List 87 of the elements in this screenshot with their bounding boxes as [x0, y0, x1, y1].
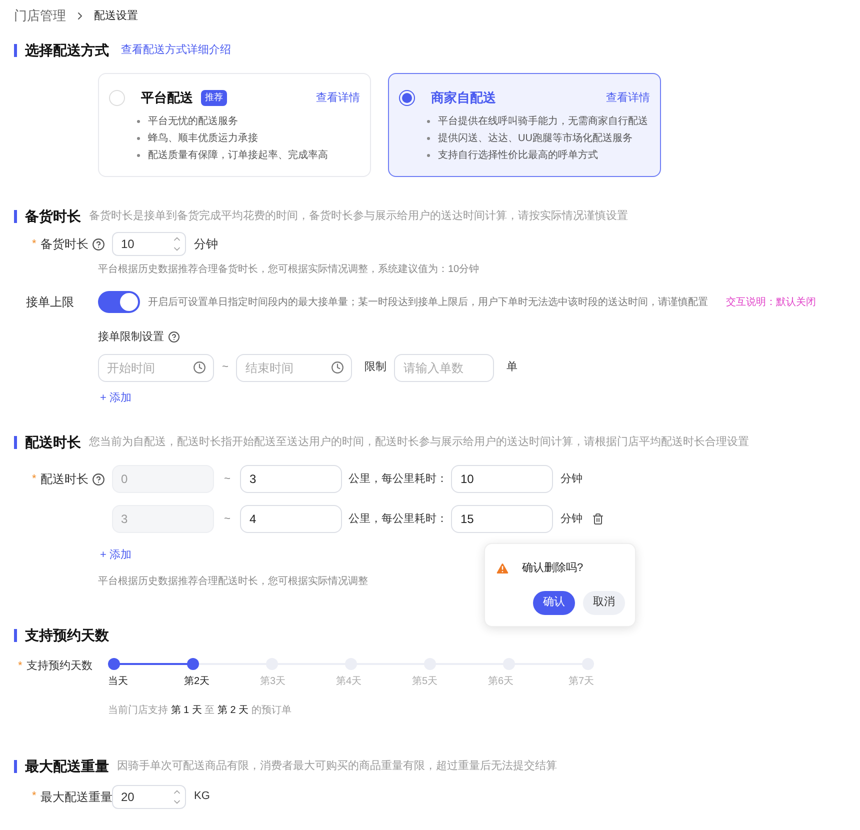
hint-text: 平台根据历史数据推荐合理配送时长，您可根据实际情况调整 [98, 574, 368, 588]
field-label: 接单上限 [25, 294, 75, 311]
number-field[interactable]: 10 [112, 232, 186, 256]
unit-label: 分钟 [560, 472, 582, 487]
input-field[interactable]: 15 [451, 505, 554, 533]
range-separator: ~ [224, 472, 230, 487]
input-field[interactable]: 4 [240, 505, 342, 533]
radio-button[interactable] [399, 90, 415, 106]
day-label: 当天 [108, 674, 129, 688]
help-icon[interactable] [92, 472, 106, 486]
required-mark: * [32, 236, 36, 252]
section-description: 因骑手单次可配送商品有限，消费者最大可购买的商品重量有限，超过重量后无法提交结算 [117, 758, 557, 774]
day-label: 第3天 [260, 674, 287, 688]
section-title: 选择配送方式 [25, 41, 109, 60]
note-text: 交互说明：默认关闭 [726, 296, 816, 310]
unit-label: 分钟 [194, 236, 218, 253]
feature-text: 配送质量有保障，订单接起率、完成率高 [148, 148, 328, 162]
range-separator: ~ [224, 512, 230, 527]
input-field[interactable]: 开始时间 [98, 354, 214, 382]
details-link[interactable]: 查看详情 [316, 90, 360, 106]
option-title: 平台配送 [141, 89, 193, 107]
recommended-badge: 推荐 [201, 90, 227, 106]
day-label: 第6天 [488, 674, 515, 688]
toggle-description: 开启后可设置单日指定时间段内的最大接单量；某一时段达到接单上限后，用户下单时无法选中该时段的送达时间，请谨慎配置 [148, 296, 708, 310]
bullet-icon [137, 136, 140, 140]
section-title: 最大配送重量 [25, 756, 109, 776]
required-mark: * [32, 472, 36, 487]
popover-message: 确认删除吗? [522, 561, 584, 576]
day-slider-track[interactable] [108, 658, 594, 670]
clock-icon [193, 360, 206, 374]
field-label: 支持预约天数 [26, 658, 92, 674]
bullet-icon [427, 120, 430, 122]
breadcrumb-current: 配送设置 [94, 8, 138, 24]
feature-text: 提供闪送、达达、UU跑腿等市场化配送服务 [438, 132, 632, 146]
bullet-icon [427, 154, 430, 156]
section-description: 您当前为自配送，配送时长指开始配送至送达用户的时间，配送时长参与展示给用户的送达时间计算，请根据门店平均配送时长合理设置 [89, 434, 749, 450]
section-title: 备货时长 [25, 207, 81, 226]
field-label: 公里，每公里耗时： [348, 472, 448, 487]
bullet-icon [137, 154, 140, 156]
warning-icon [495, 560, 510, 576]
field-label: 限制 [364, 360, 386, 376]
details-link[interactable]: 查看配送方式详细介绍 [121, 42, 231, 59]
input-field[interactable]: 结束时间 [236, 354, 352, 382]
day-label: 第7天 [567, 674, 594, 688]
section-title: 配送时长 [25, 433, 81, 452]
delivery-option-card[interactable]: 商家自配送 查看详情 平台提供在线呼叫骑手能力，无需商家自行配送 提供闪送、达达、UU跑腿等市场化配送服务 支持自行选择性价比最高的呼单方式 [388, 73, 661, 177]
unit-label: 分钟 [560, 512, 582, 527]
add-link[interactable]: + 添加 [100, 547, 132, 564]
input-field[interactable]: 3 [240, 465, 342, 493]
feature-text: 平台无忧的配送服务 [148, 114, 238, 128]
section-description: 备货时长是接单到备货完成平均花费的时间，备货时长参与展示给用户的送达时间计算，请按实际情况谨慎设置 [89, 208, 628, 224]
cancel-button[interactable]: 取消 [583, 590, 625, 614]
number-field[interactable]: 20 [112, 784, 186, 808]
field-label: 最大配送重量 [40, 788, 112, 806]
delete-icon[interactable] [592, 513, 604, 525]
section-title: 支持预约天数 [25, 626, 109, 644]
feature-text: 平台提供在线呼叫骑手能力，无需商家自行配送 [438, 114, 648, 128]
unit-label: 单 [506, 360, 518, 376]
range-separator: ~ [222, 360, 228, 376]
clock-icon [331, 360, 344, 374]
toggle-switch[interactable] [98, 291, 140, 313]
day-label: 第5天 [412, 674, 439, 688]
hint-text: 平台根据历史数据推荐合理备货时长，您可根据实际情况调整，系统建议值为：10分钟 [98, 262, 480, 277]
bullet-icon [137, 120, 140, 122]
details-link[interactable]: 查看详情 [606, 90, 650, 106]
help-icon[interactable] [168, 331, 180, 344]
field-label: 备货时长 [40, 236, 88, 253]
unit-label: KG [194, 789, 210, 804]
feature-text: 支持自行选择性价比最高的呼单方式 [438, 148, 598, 162]
delivery-option-card[interactable]: 平台配送 推荐 查看详情 平台无忧的配送服务 蜂鸟、顺丰优质运力承接 配送质量有保障，订单接起率、完成率高 [98, 73, 371, 177]
day-label: 第2天 [184, 674, 211, 688]
booking-summary: 当前门店支持 第 1 天 至 第 2 天 的预订单 [108, 704, 292, 718]
confirm-button[interactable]: 确认 [533, 590, 575, 614]
required-mark: * [32, 789, 36, 804]
breadcrumb-link[interactable]: 门店管理 [14, 6, 66, 26]
input-field[interactable]: 10 [451, 465, 554, 493]
bullet-icon [427, 136, 430, 140]
feature-text: 蜂鸟、顺丰优质运力承接 [148, 132, 258, 146]
field-label: 配送时长 [40, 471, 88, 488]
input-field[interactable]: 请输入单数 [394, 354, 494, 382]
add-link[interactable]: + 添加 [100, 390, 132, 406]
option-title: 商家自配送 [431, 89, 496, 107]
help-icon[interactable] [92, 238, 106, 250]
day-label: 第4天 [336, 674, 363, 688]
field-label: 接单限制设置 [98, 330, 164, 345]
required-mark: * [18, 658, 22, 674]
field-label: 公里，每公里耗时： [348, 512, 448, 527]
